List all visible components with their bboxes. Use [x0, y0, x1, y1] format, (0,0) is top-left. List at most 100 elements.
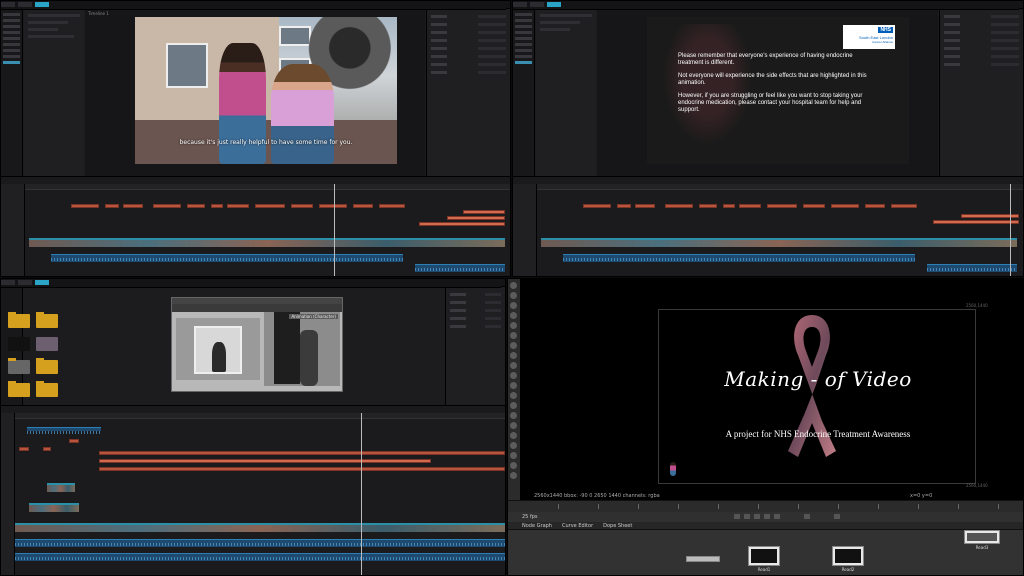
media-bins[interactable] [5, 311, 65, 403]
tab-node-graph[interactable]: Node Graph [522, 522, 552, 529]
workspace-buttons[interactable] [1, 2, 506, 10]
bin-sidebar[interactable] [1, 10, 23, 176]
clip-thumbnail[interactable] [36, 337, 58, 351]
timeline-toolbar[interactable] [1, 405, 505, 413]
inspector-panel[interactable] [939, 10, 1023, 176]
video-clip-track[interactable] [15, 523, 505, 532]
timeline[interactable] [1, 184, 510, 276]
node-graph[interactable]: Read1 Read2 Read3 [508, 530, 1023, 575]
nuke-viewer[interactable]: 2560,1440 2560,1440 Making - of Video A … [520, 279, 1023, 499]
subtitle-clip[interactable] [831, 204, 859, 208]
tab-dope-sheet[interactable]: Dope Sheet [603, 522, 632, 529]
media-pool[interactable] [24, 10, 84, 176]
subtitle-clip[interactable] [379, 204, 405, 208]
subtitle-clip[interactable] [583, 204, 611, 208]
step-back-button[interactable] [744, 514, 750, 519]
audio-clip[interactable] [15, 539, 505, 547]
subtitle-clip[interactable] [211, 204, 223, 208]
subtitle-clip[interactable] [665, 204, 693, 208]
timeline-ruler[interactable] [537, 184, 1023, 190]
video-clip-track[interactable] [47, 483, 75, 492]
workspace-buttons[interactable] [1, 280, 501, 288]
subtitle-clip[interactable] [319, 204, 347, 208]
audio-clip[interactable] [27, 427, 101, 434]
subtitle-clip[interactable] [71, 204, 99, 208]
subtitle-clip[interactable] [187, 204, 205, 208]
folder-icon[interactable] [8, 381, 30, 397]
timeline-bar[interactable] [508, 500, 1023, 512]
node-read2[interactable]: Read2 [832, 546, 864, 572]
tab-curve-editor[interactable]: Curve Editor [562, 522, 593, 529]
node-read3[interactable]: Read3 [964, 530, 1000, 550]
folder-icon[interactable] [8, 358, 30, 374]
media-pool[interactable] [536, 10, 596, 176]
subtitle-clip[interactable] [291, 204, 313, 208]
folder-icon[interactable] [36, 312, 58, 328]
video-clip-track[interactable] [29, 238, 505, 247]
playhead[interactable] [334, 184, 335, 276]
timeline-toolbar[interactable] [513, 176, 1023, 184]
subtitle-clip[interactable] [105, 204, 119, 208]
playhead[interactable] [1010, 184, 1011, 276]
subtitle-clip[interactable] [617, 204, 631, 208]
subtitle-clip[interactable] [865, 204, 885, 208]
subtitle-clip[interactable] [353, 204, 373, 208]
timeline-ruler[interactable] [25, 184, 510, 190]
viewer[interactable]: Timeline 1 because it's just really help… [85, 10, 425, 176]
timeline[interactable] [1, 413, 505, 575]
loop-button[interactable] [804, 514, 810, 519]
play-back-button[interactable] [734, 514, 740, 519]
playhead[interactable] [361, 413, 362, 575]
panel-tabs[interactable]: Node Graph Curve Editor Dope Sheet [508, 522, 1023, 530]
title-clip[interactable] [99, 459, 431, 463]
title-clip[interactable] [419, 222, 505, 226]
inspector-panel[interactable] [426, 10, 510, 176]
frame-field[interactable] [834, 514, 840, 519]
clip-thumbnail[interactable] [8, 337, 30, 351]
video-clip-track[interactable] [541, 238, 1017, 247]
audio-clip[interactable] [563, 254, 915, 262]
title-clip[interactable] [933, 220, 1019, 224]
audio-clip[interactable] [51, 254, 403, 262]
subtitle-clip[interactable] [123, 204, 143, 208]
title-clip[interactable] [99, 467, 505, 471]
bin-sidebar[interactable] [513, 10, 535, 176]
timeline[interactable] [513, 184, 1023, 276]
title-clip[interactable] [463, 210, 505, 214]
maya-tag: Animation (Character) [289, 314, 338, 319]
audio-clip[interactable] [15, 553, 505, 561]
subtitle-clip[interactable] [767, 204, 797, 208]
folder-icon[interactable] [36, 381, 58, 397]
node-read1[interactable]: Read1 [748, 546, 780, 572]
subtitle-clip[interactable] [635, 204, 655, 208]
subtitle-clip[interactable] [891, 204, 917, 208]
play-button[interactable] [754, 514, 760, 519]
title-clip[interactable] [43, 447, 51, 451]
step-forward-button[interactable] [764, 514, 770, 519]
title-clip[interactable] [69, 439, 79, 443]
folder-icon[interactable] [8, 312, 30, 328]
playback-controls[interactable]: 25 fps [508, 512, 1023, 522]
workspace-buttons[interactable] [513, 2, 1019, 10]
title-clip[interactable] [99, 451, 505, 455]
audio-clip[interactable] [415, 264, 505, 272]
video-clip-track[interactable] [29, 503, 79, 512]
subtitle-clip[interactable] [153, 204, 181, 208]
nuke-toolbar[interactable] [508, 279, 520, 519]
subtitle-clip[interactable] [255, 204, 285, 208]
subtitle-clip[interactable] [803, 204, 825, 208]
title-clip[interactable] [19, 447, 29, 451]
title-clip[interactable] [447, 216, 505, 220]
subtitle-clip[interactable] [739, 204, 761, 208]
audio-clip[interactable] [927, 264, 1017, 272]
timeline-toolbar[interactable] [1, 176, 510, 184]
inspector-panel[interactable] [445, 288, 505, 405]
viewer[interactable]: NHS South East London Cancer Alliance Pl… [597, 10, 938, 176]
folder-icon[interactable] [36, 358, 58, 374]
node-small[interactable] [686, 556, 720, 562]
subtitle-clip[interactable] [699, 204, 717, 208]
subtitle-clip[interactable] [723, 204, 735, 208]
play-forward-button[interactable] [774, 514, 780, 519]
timeline-ruler[interactable] [15, 413, 505, 419]
subtitle-clip[interactable] [227, 204, 249, 208]
